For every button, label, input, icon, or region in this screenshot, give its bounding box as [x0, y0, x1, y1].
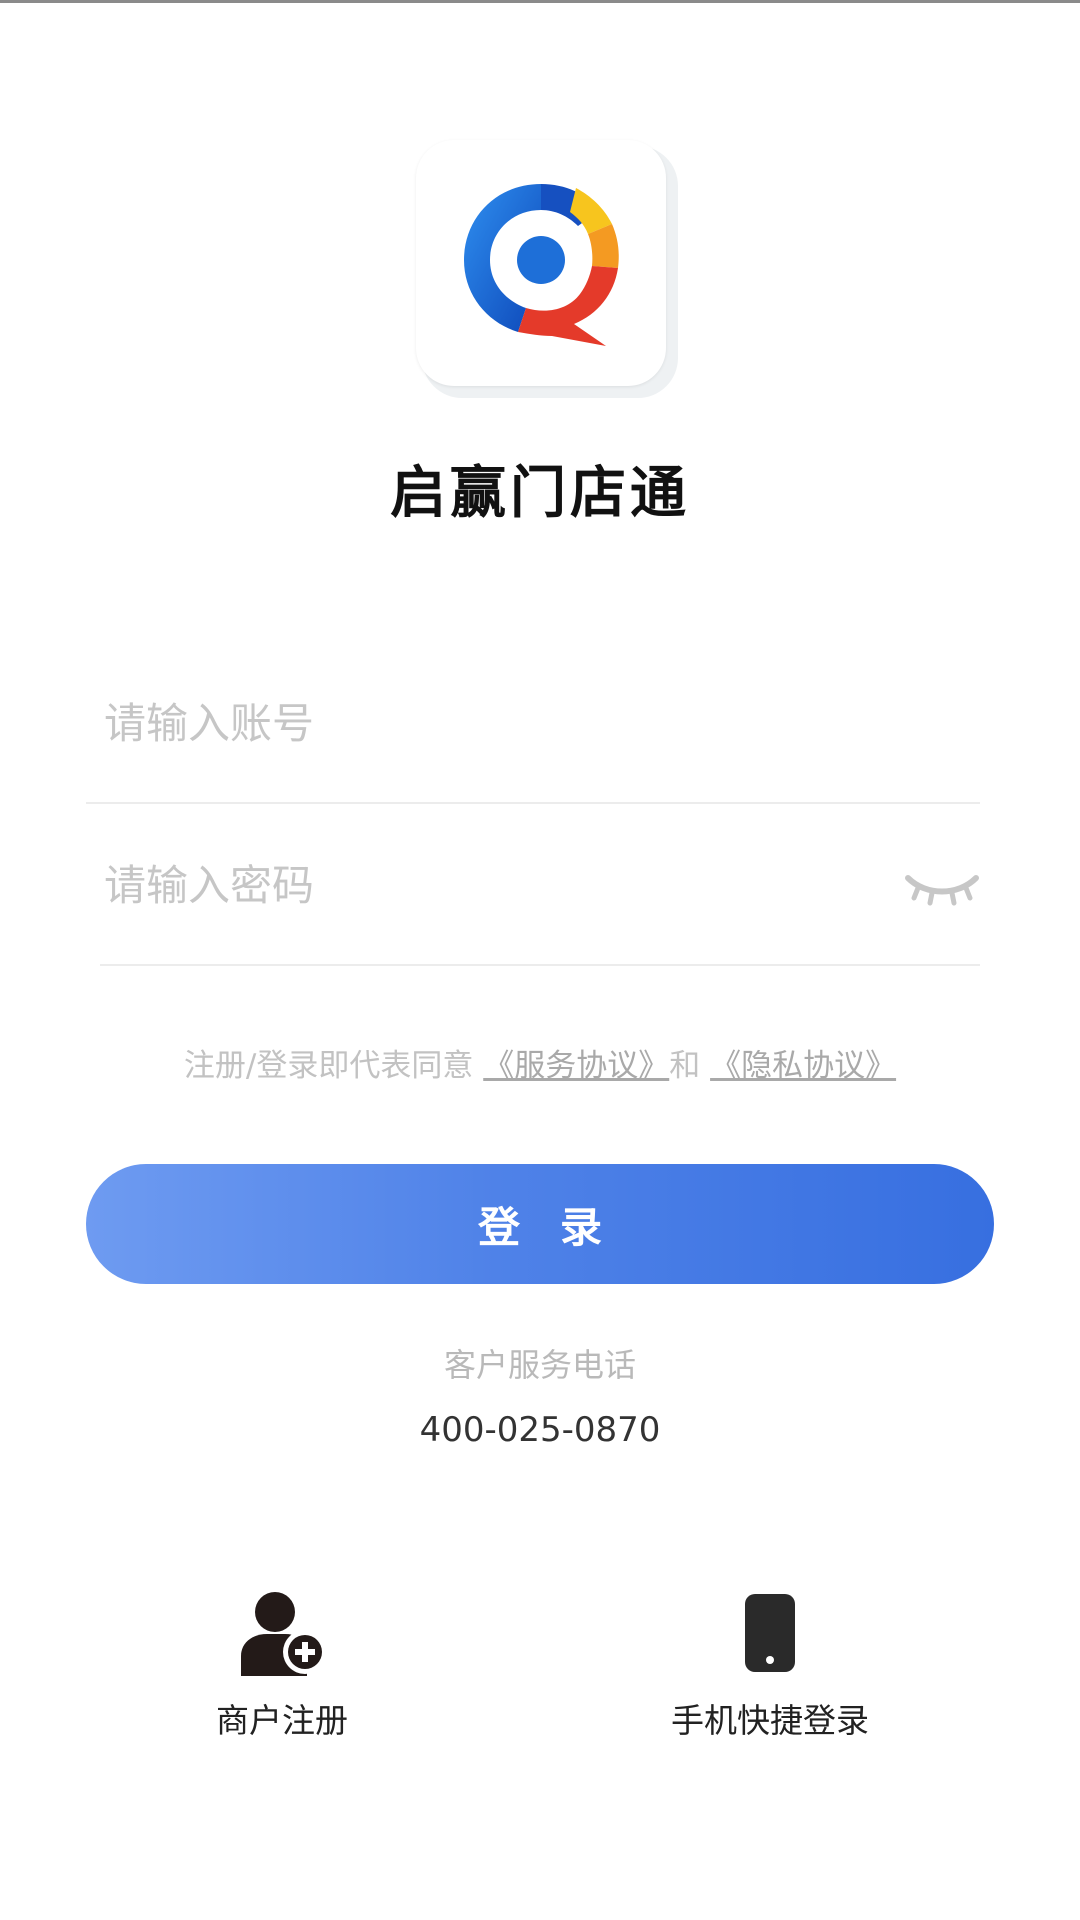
password-divider — [100, 964, 980, 966]
phone-quick-login-button[interactable]: 手机快捷登录 — [620, 1590, 920, 1742]
app-name: 启赢门店通 — [390, 461, 690, 526]
support-phone[interactable]: 400-025-0870 — [0, 1410, 1080, 1450]
eye-closed-icon[interactable] — [904, 868, 980, 908]
phone-quick-login-label: 手机快捷登录 — [671, 1701, 869, 1740]
user-add-icon — [241, 1592, 327, 1676]
service-agreement-link[interactable]: 《服务协议》 — [483, 1048, 669, 1084]
mobile-phone-icon — [745, 1594, 795, 1672]
merchant-register-button[interactable]: 商户注册 — [132, 1590, 432, 1742]
agreement-prefix: 注册/登录即代表同意 — [183, 1048, 474, 1084]
account-input[interactable] — [102, 672, 866, 774]
account-divider — [86, 802, 980, 804]
support-label: 客户服务电话 — [443, 1346, 636, 1384]
merchant-register-label: 商户注册 — [216, 1701, 348, 1740]
app-logo — [416, 140, 678, 398]
agreement-text: 注册/登录即代表同意 《服务协议》和 《隐私协议》 — [0, 1040, 1080, 1085]
agreement-and: 和 — [669, 1048, 701, 1084]
login-button[interactable]: 登录 — [86, 1164, 994, 1284]
password-field[interactable] — [86, 834, 980, 936]
account-field[interactable] — [86, 672, 980, 774]
logo-card — [416, 140, 666, 386]
privacy-agreement-link[interactable]: 《隐私协议》 — [710, 1048, 896, 1084]
app-logo-icon — [464, 184, 619, 346]
password-input[interactable] — [102, 834, 866, 936]
status-top-line — [0, 0, 1080, 3]
